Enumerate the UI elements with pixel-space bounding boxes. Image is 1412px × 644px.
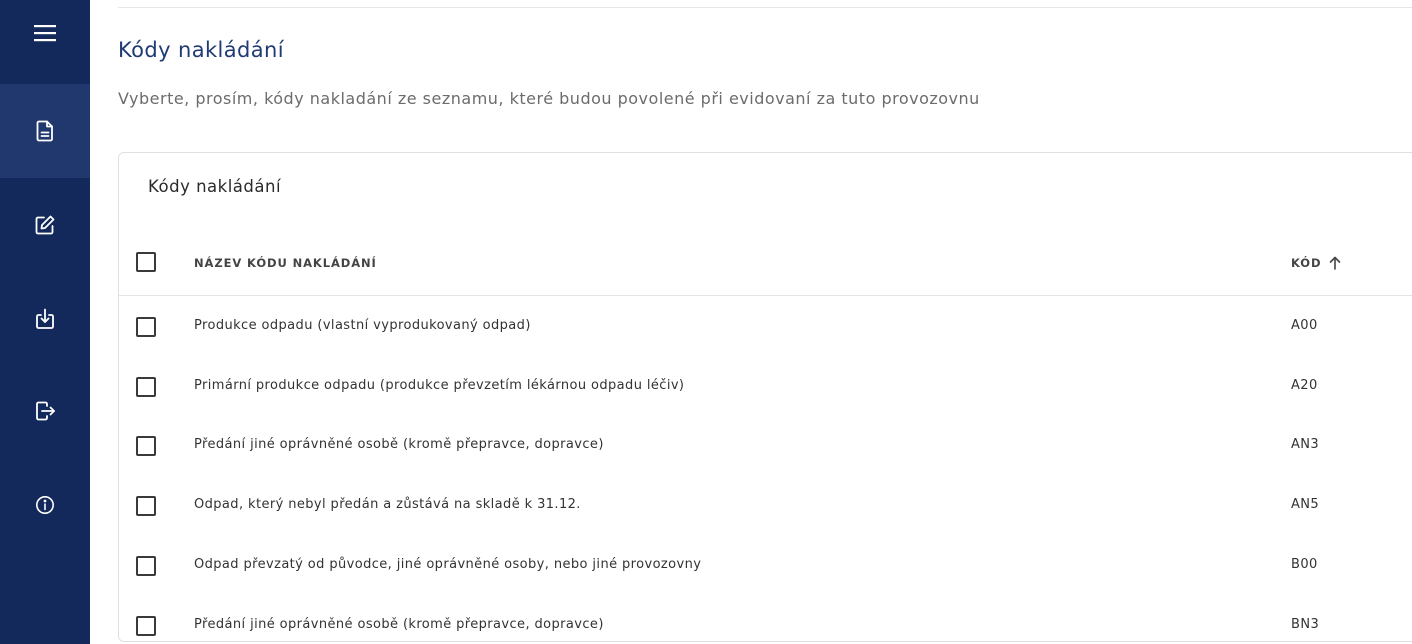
sidebar-item-edit[interactable] (0, 178, 90, 272)
row-checkbox[interactable] (136, 436, 156, 456)
edit-icon (35, 215, 55, 235)
row-checkbox[interactable] (136, 556, 156, 576)
table-row[interactable]: Produkce odpadu (vlastní vyprodukovaný o… (119, 297, 1412, 357)
row-name: Odpad, který nebyl předán a zůstává na s… (194, 497, 581, 512)
sidebar-item-import[interactable] (0, 272, 90, 366)
arrow-up-icon (1330, 256, 1341, 270)
sidebar-item-info[interactable] (0, 458, 90, 552)
header-divider (118, 7, 1412, 8)
row-name: Produkce odpadu (vlastní vyprodukovaný o… (194, 318, 531, 333)
page-title: Kódy nakládání (118, 38, 284, 62)
row-code: AN3 (1291, 437, 1320, 452)
card-title: Kódy nakládání (148, 177, 282, 196)
column-header-name[interactable]: NÁZEV KÓDU NAKLÁDÁNÍ (194, 256, 377, 270)
codes-card: Kódy nakládání NÁZEV KÓDU NAKLÁDÁNÍ KÓD … (118, 152, 1412, 642)
row-name: Primární produkce odpadu (produkce převz… (194, 378, 685, 393)
sidebar-item-documents[interactable] (0, 84, 90, 178)
column-header-code-label: KÓD (1291, 256, 1322, 270)
info-icon (36, 496, 54, 514)
menu-toggle-button[interactable] (0, 0, 90, 82)
sidebar-item-logout[interactable] (0, 364, 90, 458)
download-icon (36, 308, 54, 329)
row-name: Předání jiné oprávněné osobě (kromě přep… (194, 617, 604, 632)
column-header-code[interactable]: KÓD (1291, 256, 1341, 270)
sidebar (0, 0, 90, 644)
row-checkbox[interactable] (136, 317, 156, 337)
row-code: BN3 (1291, 617, 1320, 632)
row-code: B00 (1291, 557, 1318, 572)
page-subtitle: Vyberte, prosím, kódy nakladání ze sezna… (118, 89, 980, 108)
row-code: A00 (1291, 318, 1318, 333)
table-row[interactable]: Předání jiné oprávněné osobě (kromě přep… (119, 596, 1412, 641)
row-name: Odpad převzatý od původce, jiné oprávněn… (194, 557, 702, 572)
row-checkbox[interactable] (136, 377, 156, 397)
document-icon (36, 120, 53, 142)
row-code: AN5 (1291, 497, 1320, 512)
table-row[interactable]: Primární produkce odpadu (produkce převz… (119, 357, 1412, 417)
select-all-checkbox[interactable] (136, 252, 156, 272)
table-row[interactable]: Předání jiné oprávněné osobě (kromě přep… (119, 416, 1412, 476)
table-header: NÁZEV KÓDU NAKLÁDÁNÍ KÓD (119, 239, 1412, 296)
row-name: Předání jiné oprávněné osobě (kromě přep… (194, 437, 604, 452)
row-checkbox[interactable] (136, 616, 156, 636)
table-row[interactable]: Odpad převzatý od původce, jiné oprávněn… (119, 536, 1412, 596)
row-checkbox[interactable] (136, 496, 156, 516)
logout-icon (36, 401, 55, 421)
table-row[interactable]: Odpad, který nebyl předán a zůstává na s… (119, 476, 1412, 536)
hamburger-menu-icon (34, 25, 56, 42)
row-code: A20 (1291, 378, 1318, 393)
